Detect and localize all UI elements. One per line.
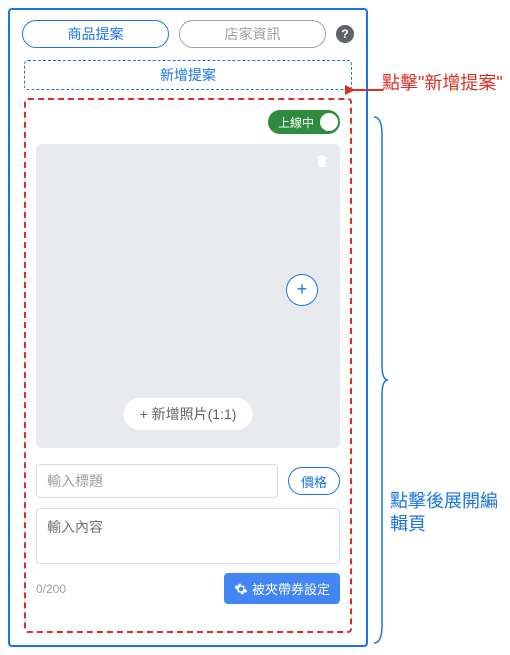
trash-icon[interactable] bbox=[314, 152, 330, 170]
online-toggle[interactable]: 上線中 bbox=[268, 110, 340, 134]
annotation-expand-editor: 點擊後展開編輯頁 bbox=[390, 490, 510, 537]
top-tabs: 商品提案 店家資訊 ? bbox=[10, 10, 366, 56]
tab-product-proposal[interactable]: 商品提案 bbox=[22, 20, 169, 48]
toggle-row: 上線中 bbox=[36, 110, 340, 134]
add-image-button[interactable]: + bbox=[286, 274, 318, 306]
add-proposal-button[interactable]: 新增提案 bbox=[24, 60, 352, 90]
add-photo-pill[interactable]: + 新增照片(1:1) bbox=[124, 398, 253, 430]
annotation-arrow-icon bbox=[345, 80, 385, 100]
title-input[interactable] bbox=[36, 464, 278, 498]
plus-icon: + bbox=[297, 279, 308, 300]
editor-panel: 上線中 + + 新增照片(1:1) 價格 0/200 被夾帶券 bbox=[24, 98, 352, 633]
toggle-label: 上線中 bbox=[278, 114, 314, 131]
coupon-settings-button[interactable]: 被夾帶券設定 bbox=[224, 573, 340, 604]
content-textarea[interactable] bbox=[36, 508, 340, 564]
char-counter: 0/200 bbox=[36, 582, 66, 596]
tab-store-info[interactable]: 店家資訊 bbox=[179, 20, 326, 48]
toggle-knob bbox=[320, 113, 338, 131]
coupon-label: 被夾帶券設定 bbox=[252, 579, 330, 598]
bottom-row: 0/200 被夾帶券設定 bbox=[36, 573, 340, 604]
app-frame: 商品提案 店家資訊 ? 新增提案 上線中 + + 新增照片(1:1) 價格 bbox=[8, 8, 368, 647]
help-icon[interactable]: ? bbox=[336, 25, 354, 43]
title-row: 價格 bbox=[36, 464, 340, 498]
annotation-brace-icon bbox=[370, 115, 390, 645]
annotation-click-add: 點擊"新增提案" bbox=[382, 72, 503, 95]
image-upload-area[interactable]: + + 新增照片(1:1) bbox=[36, 144, 340, 448]
price-button[interactable]: 價格 bbox=[288, 467, 340, 495]
gear-icon bbox=[234, 582, 248, 596]
